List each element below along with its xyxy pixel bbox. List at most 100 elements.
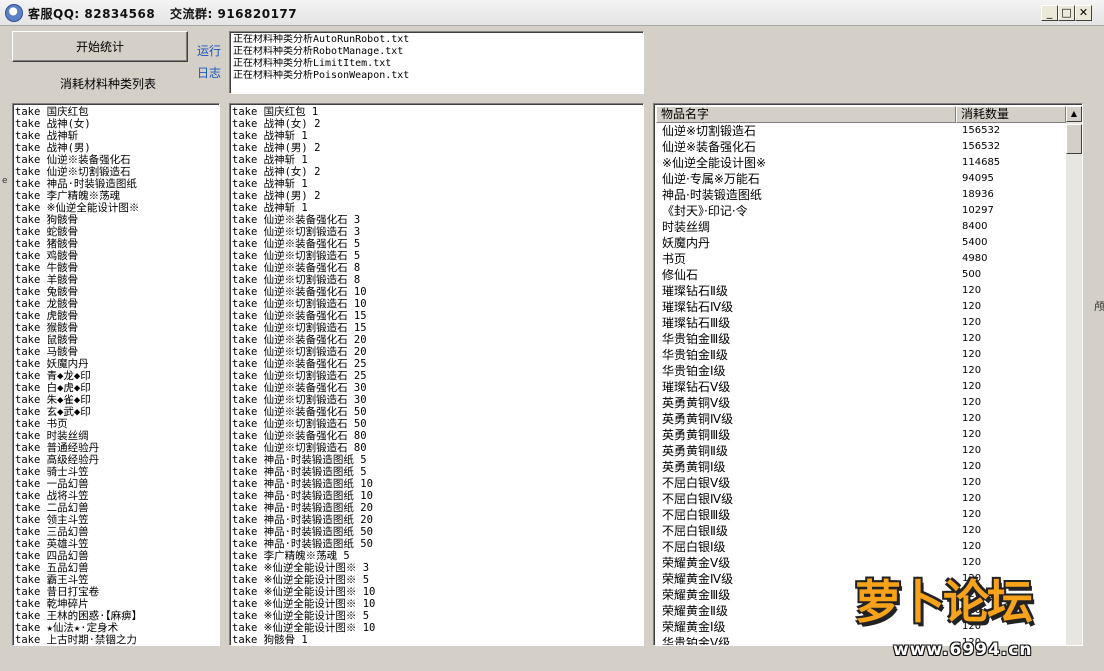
- list-item[interactable]: take 战神斩 1: [232, 178, 641, 190]
- list-item[interactable]: take 鸡骸骨: [15, 250, 217, 262]
- table-row[interactable]: 英勇黄铜Ⅲ级 120: [656, 427, 1066, 443]
- list-item[interactable]: take ※仙逆全能设计图※ 5: [232, 610, 641, 622]
- table-row[interactable]: 英勇黄铜Ⅰ级 120: [656, 459, 1066, 475]
- list-item[interactable]: take 神品·时装锻造图纸 5: [232, 466, 641, 478]
- list-item[interactable]: take 三品幻兽: [15, 526, 217, 538]
- table-row[interactable]: 璀璨钻石Ⅳ级 120: [656, 299, 1066, 315]
- table-row[interactable]: 不屈白银Ⅴ级 120: [656, 475, 1066, 491]
- list-item[interactable]: take 狗骸骨 1: [232, 634, 641, 645]
- table-row[interactable]: 华贵铂金Ⅲ级 120: [656, 331, 1066, 347]
- list-item[interactable]: take 仙逆※切割锻造石 30: [232, 394, 641, 406]
- table-row[interactable]: 璀璨钻石Ⅱ级 120: [656, 283, 1066, 299]
- list-item[interactable]: take 虎骸骨: [15, 310, 217, 322]
- list-item[interactable]: take 高级经验丹: [15, 454, 217, 466]
- material-type-list[interactable]: take 国庆红包 take 战神(女) take 战神斩 take 战神(男) tak…: [12, 103, 220, 646]
- list-item[interactable]: take 青◆龙◆印: [15, 370, 217, 382]
- list-item[interactable]: take 仙逆※装备强化石 20: [232, 334, 641, 346]
- list-item[interactable]: take 神品·时装锻造图纸 50: [232, 526, 641, 538]
- list-item[interactable]: take 仙逆※装备强化石 10: [232, 286, 641, 298]
- list-item[interactable]: take 战神斩 1: [232, 130, 641, 142]
- list-item[interactable]: take 上古时期·禁锢之力: [15, 634, 217, 645]
- list-item[interactable]: take 马骸骨: [15, 346, 217, 358]
- list-item[interactable]: take 鼠骸骨: [15, 334, 217, 346]
- column-header-name[interactable]: 物品名字: [656, 106, 956, 123]
- list-item[interactable]: take 国庆红包: [15, 106, 217, 118]
- list-item[interactable]: take 战神(女) 2: [232, 118, 641, 130]
- list-item[interactable]: take 牛骸骨: [15, 262, 217, 274]
- scroll-thumb[interactable]: [1066, 124, 1082, 154]
- list-item[interactable]: take 战神(男) 2: [232, 190, 641, 202]
- list-item[interactable]: take 王林的困惑·【麻痹】: [15, 610, 217, 622]
- list-item[interactable]: take 朱◆雀◆印: [15, 394, 217, 406]
- list-item[interactable]: take 仙逆※切割锻造石 3: [232, 226, 641, 238]
- list-item[interactable]: take 仙逆※装备强化石: [15, 154, 217, 166]
- table-row[interactable]: 不屈白银Ⅲ级 120: [656, 507, 1066, 523]
- list-item[interactable]: take 普通经验丹: [15, 442, 217, 454]
- table-row[interactable]: 妖魔内丹 5400: [656, 235, 1066, 251]
- list-item[interactable]: take ※仙逆全能设计图※ 10: [232, 622, 641, 634]
- list-item[interactable]: take ※仙逆全能设计图※ 3: [232, 562, 641, 574]
- list-item[interactable]: take 仙逆※切割锻造石 80: [232, 442, 641, 454]
- list-item[interactable]: take 仙逆※切割锻造石 5: [232, 250, 641, 262]
- list-item[interactable]: take 乾坤碎片: [15, 598, 217, 610]
- list-item[interactable]: take 神品·时装锻造图纸 10: [232, 490, 641, 502]
- minimize-button[interactable]: _: [1041, 5, 1058, 21]
- take-command-list[interactable]: take 国庆红包 1 take 战神(女) 2 take 战神斩 1 take 战神…: [229, 103, 644, 646]
- list-item[interactable]: take 狗骸骨: [15, 214, 217, 226]
- list-item[interactable]: take 仙逆※装备强化石 3: [232, 214, 641, 226]
- list-item[interactable]: take 战神斩 1: [232, 154, 641, 166]
- list-item[interactable]: take 神品·时装锻造图纸: [15, 178, 217, 190]
- list-item[interactable]: take 战神(女) 2: [232, 166, 641, 178]
- list-item[interactable]: take 蛇骸骨: [15, 226, 217, 238]
- table-row[interactable]: 不屈白银Ⅰ级 120: [656, 539, 1066, 555]
- list-item[interactable]: take 仙逆※切割锻造石 50: [232, 418, 641, 430]
- list-item[interactable]: take 龙骸骨: [15, 298, 217, 310]
- list-item[interactable]: take 白◆虎◆印: [15, 382, 217, 394]
- list-item[interactable]: take ※仙逆全能设计图※: [15, 202, 217, 214]
- list-item[interactable]: take 李广精魄※荡魂: [15, 190, 217, 202]
- list-item[interactable]: take 仙逆※装备强化石 80: [232, 430, 641, 442]
- list-item[interactable]: take 仙逆※切割锻造石 10: [232, 298, 641, 310]
- list-item[interactable]: take 神品·时装锻造图纸 50: [232, 538, 641, 550]
- scroll-up-arrow-icon[interactable]: ▲: [1066, 106, 1082, 122]
- list-item[interactable]: take 猴骸骨: [15, 322, 217, 334]
- table-row[interactable]: 神品·时装锻造图纸 18936: [656, 187, 1066, 203]
- table-row[interactable]: 仙逆※装备强化石 156532: [656, 139, 1066, 155]
- list-item[interactable]: take 神品·时装锻造图纸 20: [232, 514, 641, 526]
- list-item[interactable]: take 仙逆※切割锻造石 20: [232, 346, 641, 358]
- list-item[interactable]: take 玄◆武◆印: [15, 406, 217, 418]
- list-item[interactable]: take 战将斗笠: [15, 490, 217, 502]
- consumption-table[interactable]: 物品名字 消耗数量 仙逆※切割锻造石 156532 仙逆※装备强化石 156532 ※仙…: [653, 103, 1083, 646]
- list-item[interactable]: take 神品·时装锻造图纸 20: [232, 502, 641, 514]
- list-item[interactable]: take 二品幻兽: [15, 502, 217, 514]
- list-item[interactable]: take 仙逆※装备强化石 15: [232, 310, 641, 322]
- list-item[interactable]: take 仙逆※装备强化石 5: [232, 238, 641, 250]
- vertical-scrollbar[interactable]: ▲: [1066, 106, 1082, 645]
- list-item[interactable]: take 书页: [15, 418, 217, 430]
- list-item[interactable]: take 霸王斗笠: [15, 574, 217, 586]
- list-item[interactable]: take 战神(男) 2: [232, 142, 641, 154]
- table-row[interactable]: 英勇黄铜Ⅱ级 120: [656, 443, 1066, 459]
- run-link[interactable]: 运行: [197, 42, 221, 59]
- table-row[interactable]: 英勇黄铜Ⅳ级 120: [656, 411, 1066, 427]
- table-row[interactable]: 修仙石 500: [656, 267, 1066, 283]
- list-item[interactable]: take 仙逆※装备强化石 30: [232, 382, 641, 394]
- list-item[interactable]: take ※仙逆全能设计图※ 10: [232, 598, 641, 610]
- list-item[interactable]: take 昔日打宝卷: [15, 586, 217, 598]
- list-item[interactable]: take 五品幻兽: [15, 562, 217, 574]
- table-row[interactable]: 书页 4980: [656, 251, 1066, 267]
- list-item[interactable]: take 战神斩 1: [232, 202, 641, 214]
- list-item[interactable]: take 英雄斗笠: [15, 538, 217, 550]
- list-item[interactable]: take ※仙逆全能设计图※ 5: [232, 574, 641, 586]
- table-row[interactable]: 仙逆·专属※万能石 94095: [656, 171, 1066, 187]
- column-header-count[interactable]: 消耗数量: [956, 106, 1066, 123]
- list-item[interactable]: take 仙逆※切割锻造石 15: [232, 322, 641, 334]
- table-row[interactable]: 璀璨钻石Ⅴ级 120: [656, 379, 1066, 395]
- close-button[interactable]: ✕: [1075, 5, 1092, 21]
- list-item[interactable]: take 战神斩: [15, 130, 217, 142]
- table-row[interactable]: 华贵铂金Ⅰ级 120: [656, 363, 1066, 379]
- list-item[interactable]: take 仙逆※切割锻造石: [15, 166, 217, 178]
- table-row[interactable]: 璀璨钻石Ⅲ级 120: [656, 315, 1066, 331]
- list-item[interactable]: take 仙逆※装备强化石 50: [232, 406, 641, 418]
- list-item[interactable]: take ※仙逆全能设计图※ 10: [232, 586, 641, 598]
